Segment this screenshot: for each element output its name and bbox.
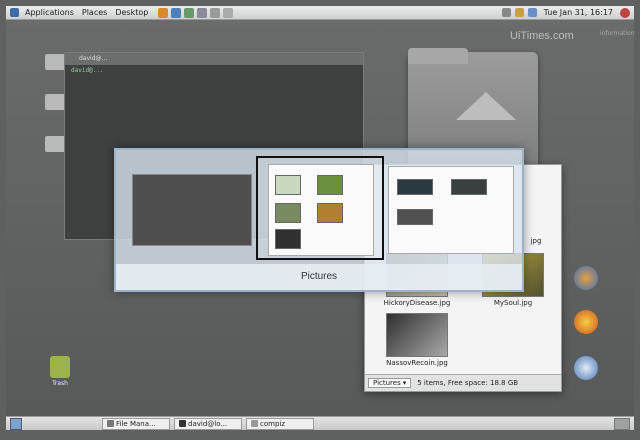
preview-thumb bbox=[451, 179, 487, 195]
watermark: UiTimes.com bbox=[510, 30, 574, 42]
desktop-app-3[interactable] bbox=[556, 356, 616, 382]
terminal-launcher-icon[interactable] bbox=[210, 7, 221, 18]
clock[interactable]: Tue Jan 31, 16:17 bbox=[541, 8, 616, 17]
switcher-window-title: Pictures bbox=[116, 264, 522, 290]
notification-icon[interactable] bbox=[514, 8, 524, 17]
file-item[interactable]: NassovRecoin.jpg bbox=[377, 313, 457, 367]
task-file-manager[interactable]: File Mana... bbox=[102, 417, 170, 430]
shutdown-icon[interactable] bbox=[620, 7, 630, 18]
file-name: MySoul.jpg bbox=[493, 299, 533, 307]
globe-icon bbox=[574, 356, 598, 380]
preview-thumb bbox=[275, 203, 301, 223]
preview-thumb bbox=[275, 229, 301, 249]
preview-thumb bbox=[275, 175, 301, 195]
statusbar: Pictures ▾ 5 items, Free space: 18.8 GB bbox=[365, 374, 561, 391]
bottom-panel: File Mana... david@lo... compiz bbox=[6, 416, 634, 430]
file-name-partial: jpg bbox=[530, 237, 542, 245]
menu-places[interactable]: Places bbox=[78, 8, 111, 17]
folder-tab bbox=[408, 48, 468, 64]
email-launcher-icon[interactable] bbox=[171, 7, 182, 18]
task-label: david@lo... bbox=[188, 419, 228, 428]
gnome-foot-icon[interactable] bbox=[10, 8, 19, 17]
preview-thumb bbox=[397, 179, 433, 195]
network-icon[interactable] bbox=[501, 8, 511, 17]
folder-icon bbox=[107, 420, 114, 427]
switcher-thumb-terminal[interactable] bbox=[132, 174, 252, 246]
status-text: 5 items, Free space: 18.8 GB bbox=[417, 379, 519, 387]
menu-desktop[interactable]: Desktop bbox=[111, 8, 152, 17]
watermark-sub: information bbox=[600, 30, 635, 37]
image-thumbnail bbox=[386, 313, 448, 357]
preview-thumb bbox=[317, 175, 343, 195]
task-terminal[interactable]: david@lo... bbox=[174, 417, 242, 430]
preview-thumb bbox=[317, 203, 343, 223]
firefox-launcher-icon[interactable] bbox=[158, 7, 169, 18]
top-panel: Applications Places Desktop Tue Jan 31, … bbox=[6, 6, 634, 20]
task-label: File Mana... bbox=[116, 419, 156, 428]
desktop-app-1[interactable] bbox=[556, 266, 616, 292]
task-label: compiz bbox=[260, 419, 286, 428]
launcher-group bbox=[158, 7, 234, 18]
trash-label: Trash bbox=[52, 380, 68, 387]
location-select[interactable]: Pictures ▾ bbox=[368, 378, 412, 388]
desktop-trash[interactable]: Trash bbox=[30, 356, 90, 387]
screenshot-launcher-icon[interactable] bbox=[223, 7, 234, 18]
desktop-app-2[interactable] bbox=[556, 310, 616, 336]
show-desktop-button[interactable] bbox=[10, 417, 22, 430]
volume-icon[interactable] bbox=[527, 8, 537, 17]
chevron-down-icon: ▾ bbox=[402, 379, 407, 387]
file-name: NassovRecoin.jpg bbox=[386, 359, 448, 367]
menu-applications[interactable]: Applications bbox=[21, 8, 78, 17]
location-select-value: Pictures bbox=[373, 379, 401, 387]
app-icon bbox=[251, 420, 258, 427]
switcher-preview bbox=[268, 164, 374, 256]
task-compiz[interactable]: compiz bbox=[246, 417, 314, 430]
workspace-switcher[interactable] bbox=[614, 417, 630, 430]
terminal-icon bbox=[179, 420, 186, 427]
switcher-thumb-pictures-selected[interactable] bbox=[256, 156, 384, 260]
star-icon bbox=[574, 310, 598, 334]
trash-icon bbox=[50, 356, 70, 378]
system-tray: Tue Jan 31, 16:17 bbox=[501, 7, 630, 18]
upload-arrow-icon bbox=[456, 92, 516, 120]
file-name: HickoryDisease.jpg bbox=[383, 299, 451, 307]
window-switcher: Pictures bbox=[114, 148, 524, 292]
browser-icon bbox=[574, 266, 598, 290]
terminal-titlebar[interactable]: david@... bbox=[65, 53, 363, 65]
switcher-thumb-pictures-2[interactable] bbox=[388, 166, 514, 254]
settings-launcher-icon[interactable] bbox=[197, 7, 208, 18]
help-launcher-icon[interactable] bbox=[184, 7, 195, 18]
terminal-prompt: david@... bbox=[71, 67, 104, 74]
preview-thumb bbox=[397, 209, 433, 225]
